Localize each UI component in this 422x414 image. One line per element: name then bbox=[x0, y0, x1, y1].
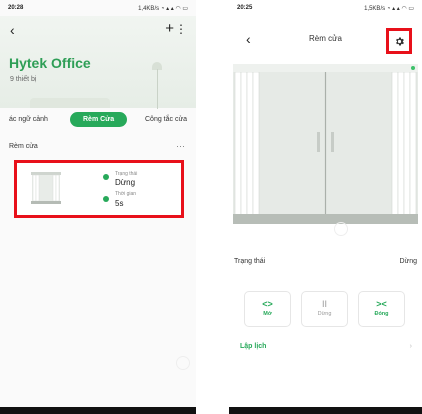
stop-label: Dừng bbox=[317, 311, 332, 317]
section-header: Rèm cửa ··· bbox=[9, 141, 187, 151]
window-curtains bbox=[233, 71, 418, 218]
timer-dot-icon bbox=[103, 196, 109, 202]
category-tabs: ác ngữ cảnh Rèm Cửa Công tắc cửa bbox=[0, 111, 196, 135]
pause-icon: II bbox=[321, 299, 327, 309]
settings-button[interactable] bbox=[386, 28, 412, 54]
status-led-icon bbox=[411, 66, 415, 70]
chevron-right-icon: › bbox=[409, 343, 412, 350]
status-dot-icon bbox=[103, 174, 109, 180]
status-indicators: 1,4KB/s ◔ ▴ ▴ ◠ ▭ bbox=[138, 5, 188, 12]
schedule-label: Lập lịch bbox=[240, 343, 267, 350]
curtain-controls: <> Mở II Dừng >< Đóng bbox=[239, 291, 412, 327]
add-icon[interactable]: + bbox=[165, 21, 174, 37]
close-label: Đóng bbox=[374, 311, 389, 317]
status-label: Trạng thái bbox=[234, 258, 266, 265]
more-vertical-icon[interactable]: ⋮ bbox=[175, 21, 187, 37]
time-value: 5s bbox=[115, 199, 124, 208]
more-icon[interactable]: ··· bbox=[176, 141, 185, 151]
state-label: Trạng thái bbox=[115, 171, 138, 177]
schedule-row[interactable]: Lập lịch › bbox=[240, 343, 414, 350]
state-value: Dừng bbox=[115, 178, 136, 187]
status-time: 20:25 bbox=[237, 5, 253, 11]
header: ‹ Rèm cửa bbox=[229, 28, 422, 60]
tab-scenes[interactable]: ác ngữ cảnh bbox=[9, 116, 48, 123]
decorative-circle bbox=[334, 222, 348, 236]
section-title: Rèm cửa bbox=[9, 143, 38, 150]
close-curtain-icon: >< bbox=[376, 299, 387, 309]
tab-curtains[interactable]: Rèm Cửa bbox=[70, 112, 128, 127]
curtain-visual bbox=[233, 64, 418, 226]
open-button[interactable]: <> Mở bbox=[244, 291, 291, 327]
window-frame bbox=[233, 71, 418, 218]
gear-icon bbox=[395, 37, 404, 45]
right-screen: 20:25 1,5KB/s ◔ ▴ ▴ ◠ ▭ ‹ Rèm cửa Trạng … bbox=[229, 0, 422, 414]
status-bar: 20:28 1,4KB/s ◔ ▴ ▴ ◠ ▭ bbox=[0, 0, 196, 16]
status-time: 20:28 bbox=[8, 5, 24, 11]
nav-bar bbox=[0, 407, 196, 414]
back-icon[interactable]: ‹ bbox=[10, 23, 15, 37]
status-indicators: 1,5KB/s ◔ ▴ ▴ ◠ ▭ bbox=[364, 5, 414, 12]
decorative-circle bbox=[176, 356, 190, 370]
status-value: Dừng bbox=[399, 258, 417, 265]
curtain-icon bbox=[31, 172, 61, 204]
status-bar: 20:25 1,5KB/s ◔ ▴ ▴ ◠ ▭ bbox=[229, 0, 422, 16]
sofa-illustration bbox=[30, 98, 110, 108]
time-label: Thời gian bbox=[115, 191, 137, 197]
tab-door-switch[interactable]: Công tắc cửa bbox=[145, 116, 187, 123]
window-sill bbox=[233, 214, 418, 224]
close-button[interactable]: >< Đóng bbox=[358, 291, 405, 327]
nav-bar bbox=[229, 407, 422, 414]
left-screen: 20:28 1,4KB/s ◔ ▴ ▴ ◠ ▭ ‹ + ⋮ Hytek Offi… bbox=[0, 0, 196, 414]
stop-button[interactable]: II Dừng bbox=[301, 291, 348, 327]
open-label: Mở bbox=[263, 311, 272, 317]
open-icon: <> bbox=[262, 299, 273, 309]
curtain-device-card[interactable]: Trạng thái Dừng Thời gian 5s bbox=[14, 160, 184, 218]
home-title: Hytek Office bbox=[9, 55, 91, 71]
device-count: 9 thiết bị bbox=[10, 76, 37, 83]
top-actions: ‹ + ⋮ bbox=[0, 20, 196, 40]
